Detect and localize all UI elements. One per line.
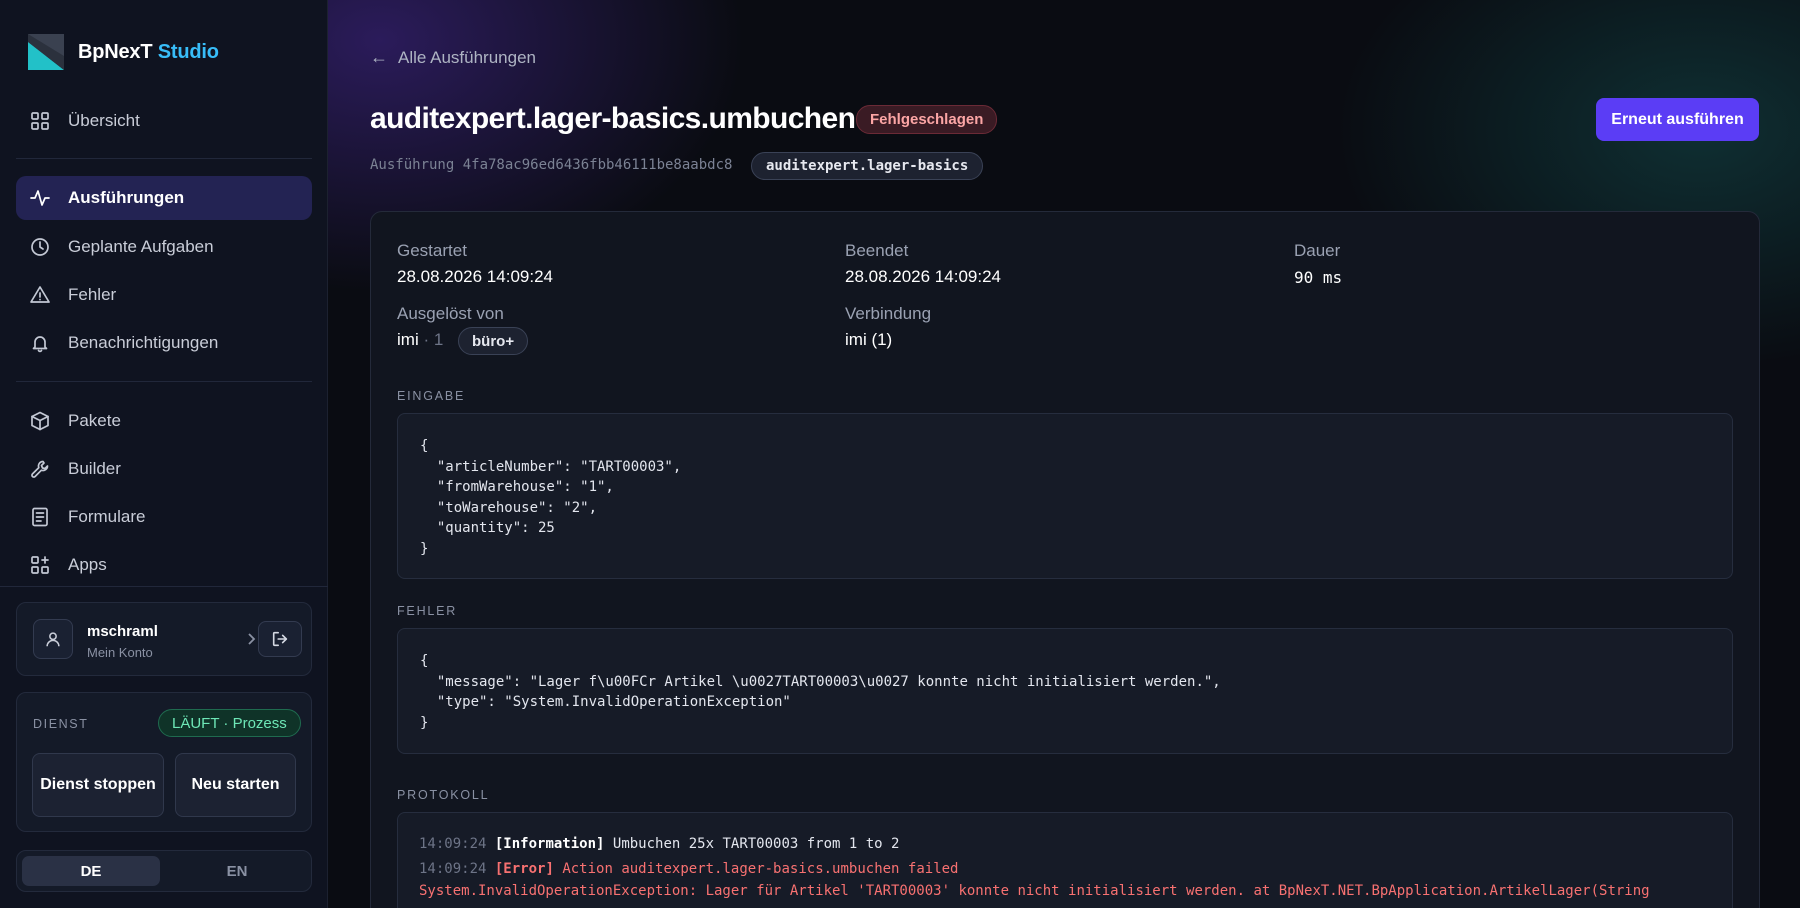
sidebar-item-label: Übersicht xyxy=(68,111,140,130)
brand-name-accent: Studio xyxy=(157,40,219,63)
activity-icon xyxy=(30,188,50,208)
log-time: 14:09:24 xyxy=(419,836,487,852)
log-message: Action auditexpert.lager-basics.umbuchen… xyxy=(562,861,959,877)
wrench-icon xyxy=(30,459,50,479)
back-link-label: Alle Ausführungen xyxy=(398,47,536,67)
sidebar-item-pakete[interactable]: Pakete xyxy=(16,399,312,443)
log-exception: System.InvalidOperationException: Lager … xyxy=(419,883,1650,899)
service-status-badge: LÄUFT · Prozess xyxy=(158,709,301,737)
run-id: Ausführung 4fa78ac96ed6436fbb46111be8aab… xyxy=(370,157,733,173)
service-label: DIENST xyxy=(33,717,89,731)
apps-icon xyxy=(30,555,50,575)
connection-value: imi (1) xyxy=(845,330,893,349)
triggered-by-label: Ausgelöst von xyxy=(397,304,504,323)
sidebar-item-label: Ausführungen xyxy=(68,188,185,207)
sidebar-item-fehler[interactable]: Fehler xyxy=(16,273,312,317)
clock-icon xyxy=(30,237,50,257)
avatar xyxy=(33,619,73,659)
status-badge: Fehlgeschlagen xyxy=(856,105,998,134)
back-link[interactable]: ← Alle Ausführungen xyxy=(370,47,536,68)
account-subtitle: Mein Konto xyxy=(87,645,153,660)
log-entry: 14:09:24 [Information] Umbuchen 25x TART… xyxy=(419,836,899,852)
chevron-right-icon[interactable] xyxy=(243,631,259,647)
log-level: [Error] xyxy=(494,861,554,877)
trigger-source-badge: büro+ xyxy=(458,327,529,355)
user-icon xyxy=(46,632,60,647)
bell-icon xyxy=(30,333,50,353)
sidebar-item-label: Apps xyxy=(68,555,107,574)
sidebar-item-benachrichtigungen[interactable]: Benachrichtigungen xyxy=(16,321,312,365)
divider xyxy=(16,381,312,382)
sidebar-item-label: Fehler xyxy=(68,285,117,304)
log-time: 14:09:24 xyxy=(419,861,487,877)
connection-label: Verbindung xyxy=(845,304,932,323)
stop-service-button[interactable]: Dienst stoppen xyxy=(32,753,164,817)
sidebar-item-label: Builder xyxy=(68,459,121,478)
ended-value: 28.08.2026 14:09:24 xyxy=(845,267,1001,286)
rerun-button[interactable]: Erneut ausführen xyxy=(1596,98,1759,141)
log-level: [Information] xyxy=(494,836,605,852)
triggered-by-value: imi · 1 xyxy=(397,330,443,350)
sidebar-item-formulare[interactable]: Formulare xyxy=(16,495,312,539)
sidebar-item-geplante-aufgaben[interactable]: Geplante Aufgaben xyxy=(16,225,312,269)
error-code-block: { "message": "Lager f\u00FCr Artikel \u0… xyxy=(397,628,1733,754)
log-section-label: PROTOKOLL xyxy=(397,788,490,802)
sidebar-item-label: Pakete xyxy=(68,411,121,430)
duration-label: Dauer xyxy=(1294,241,1341,260)
sidebar-item-builder[interactable]: Builder xyxy=(16,447,312,491)
input-section-label: EINGABE xyxy=(397,389,466,403)
error-section-label: FEHLER xyxy=(397,604,458,618)
ended-label: Beendet xyxy=(845,241,909,260)
language-switch: DE EN xyxy=(16,850,312,892)
triggered-by-suffix: · 1 xyxy=(423,330,444,349)
divider xyxy=(0,586,328,587)
service-card: DIENST LÄUFT · Prozess Dienst stoppen Ne… xyxy=(16,692,312,832)
triggered-by-user: imi xyxy=(397,330,419,349)
arrow-left-icon: ← xyxy=(370,47,388,67)
logout-icon xyxy=(272,631,288,647)
divider xyxy=(16,158,312,159)
account-card[interactable]: mschraml Mein Konto xyxy=(16,602,312,676)
log-entry: 14:09:24 [Error] Action auditexpert.lage… xyxy=(419,861,958,877)
sidebar-item-ausfuehrungen[interactable]: Ausführungen xyxy=(16,176,312,220)
sidebar-item-label: Benachrichtigungen xyxy=(68,333,219,352)
logout-button[interactable] xyxy=(258,621,302,657)
brand-name: BpNexT Studio xyxy=(78,41,219,64)
restart-service-button[interactable]: Neu starten xyxy=(175,753,296,817)
started-label: Gestartet xyxy=(397,241,467,260)
started-value: 28.08.2026 14:09:24 xyxy=(397,267,553,286)
account-name: mschraml xyxy=(87,623,158,640)
sidebar-item-label: Formulare xyxy=(68,507,146,526)
sidebar-item-label: Geplante Aufgaben xyxy=(68,237,214,256)
input-code-block: { "articleNumber": "TART00003", "fromWar… xyxy=(397,413,1733,579)
form-icon xyxy=(30,507,50,527)
package-icon xyxy=(30,411,50,431)
brand-name-main: BpNexT xyxy=(78,40,153,63)
grid-icon xyxy=(30,111,50,131)
sidebar: BpNexT Studio Übersicht Ausführungen Gep… xyxy=(0,0,328,908)
package-badge[interactable]: auditexpert.lager-basics xyxy=(751,152,984,180)
log-message: Umbuchen 25x TART00003 from 1 to 2 xyxy=(612,836,900,852)
brand[interactable]: BpNexT Studio xyxy=(28,34,219,70)
duration-value: 90 ms xyxy=(1294,268,1343,287)
language-option-de[interactable]: DE xyxy=(22,856,160,886)
sidebar-item-uebersicht[interactable]: Übersicht xyxy=(16,99,312,143)
sidebar-item-apps[interactable]: Apps xyxy=(16,543,312,587)
language-option-en[interactable]: EN xyxy=(168,856,306,886)
brand-logo xyxy=(28,34,64,70)
warning-icon xyxy=(30,285,50,305)
page-title: auditexpert.lager-basics.umbuchen xyxy=(370,102,856,135)
